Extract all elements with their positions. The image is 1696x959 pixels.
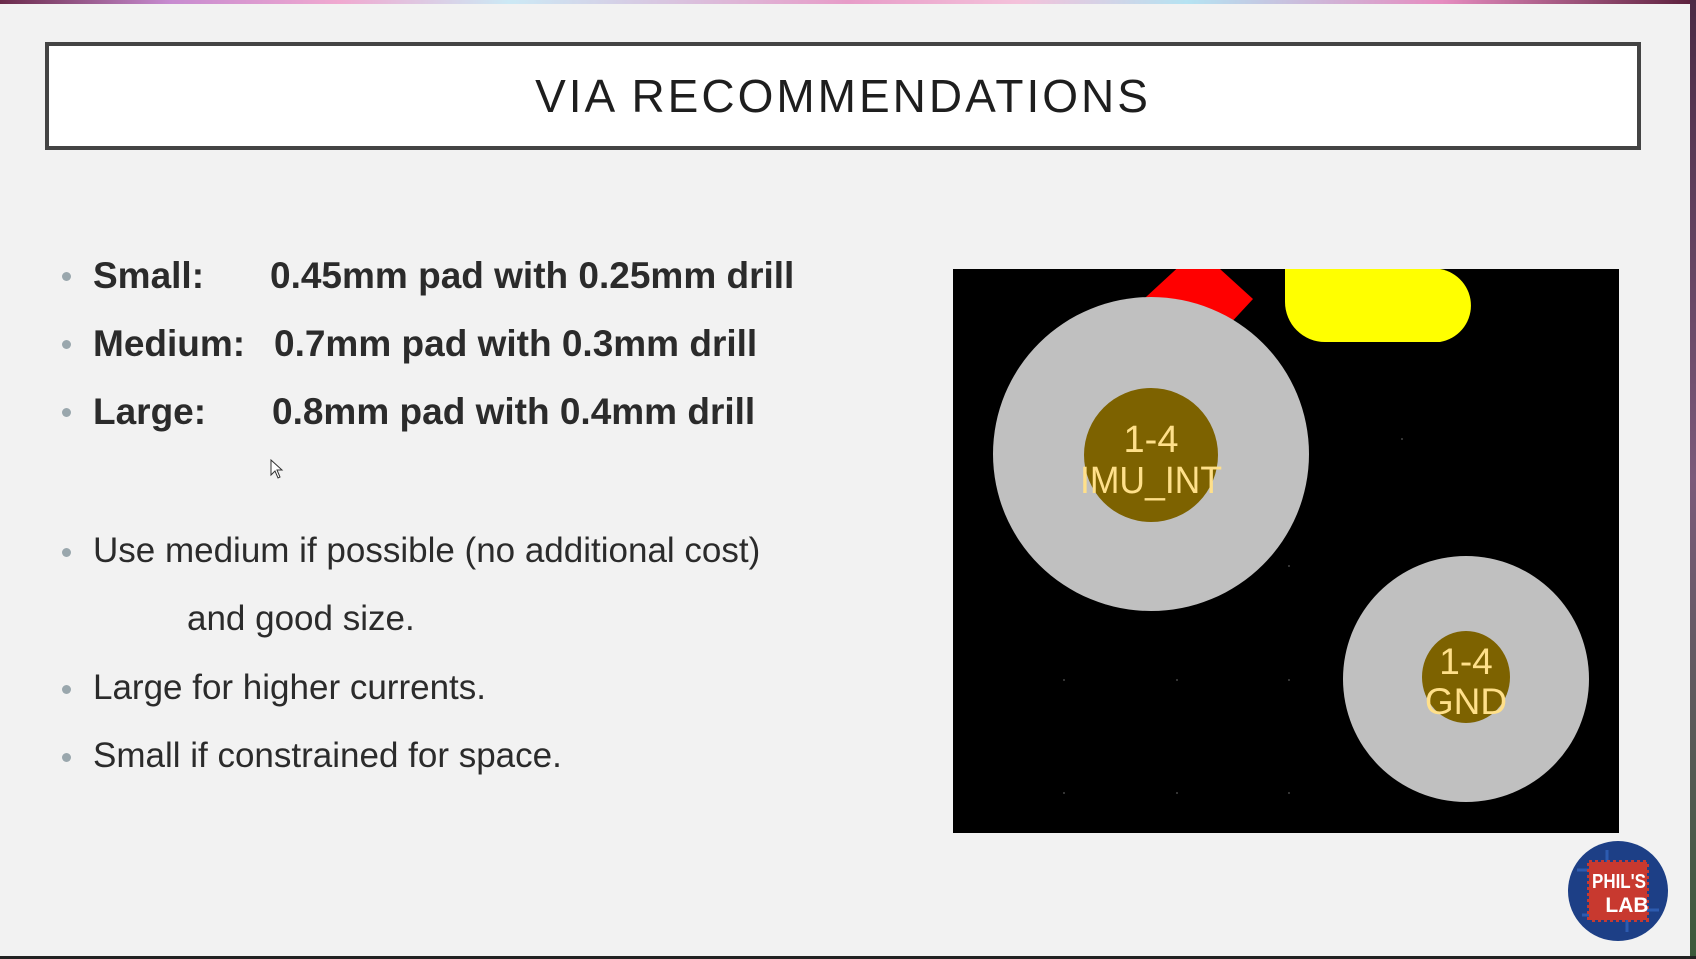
logo-text-line2: LAB (1605, 894, 1648, 917)
background-strip-top (0, 0, 1696, 4)
spec-label: Small: (93, 255, 205, 296)
bullet-icon (62, 753, 71, 762)
spec-value: 0.7mm pad with 0.3mm drill (274, 323, 758, 364)
spec-value: 0.8mm pad with 0.4mm drill (272, 391, 756, 432)
via-small: 1-4 GND (1343, 556, 1589, 802)
pcb-via-image: U 1-4 IMU_INT 1-4 GND (953, 269, 1619, 833)
via-large-net: IMU_INT (1080, 460, 1222, 502)
via-small-layers: 1-4 (1439, 641, 1492, 682)
background-strip-right (1690, 0, 1696, 959)
note-large: Large for higher currents. (93, 668, 486, 707)
note-small: Small if constrained for space. (93, 736, 562, 775)
spec-label: Medium: (93, 323, 246, 364)
logo-text-line1: PHIL'S (1592, 871, 1646, 893)
via-large-layers: 1-4 (1124, 419, 1179, 461)
bullet-icon (62, 548, 71, 557)
bullet-icon (62, 272, 71, 281)
bullet-icon (62, 408, 71, 417)
phils-lab-logo: PHIL'S LAB (1567, 840, 1669, 942)
bullet-icon (62, 685, 71, 694)
bullet-icon (62, 340, 71, 349)
spec-label: Large: (93, 391, 207, 432)
note-medium-continued: and good size. (187, 599, 415, 638)
note-medium: Use medium if possible (no additional co… (93, 531, 761, 570)
via-large: 1-4 IMU_INT (993, 297, 1309, 611)
yellow-pad (1285, 269, 1471, 342)
spec-value: 0.45mm pad with 0.25mm drill (270, 255, 795, 296)
title-box: VIA RECOMMENDATIONS (45, 42, 1641, 150)
mouse-cursor-icon (270, 459, 284, 479)
via-small-net: GND (1425, 681, 1507, 722)
slide-title: VIA RECOMMENDATIONS (535, 70, 1151, 122)
